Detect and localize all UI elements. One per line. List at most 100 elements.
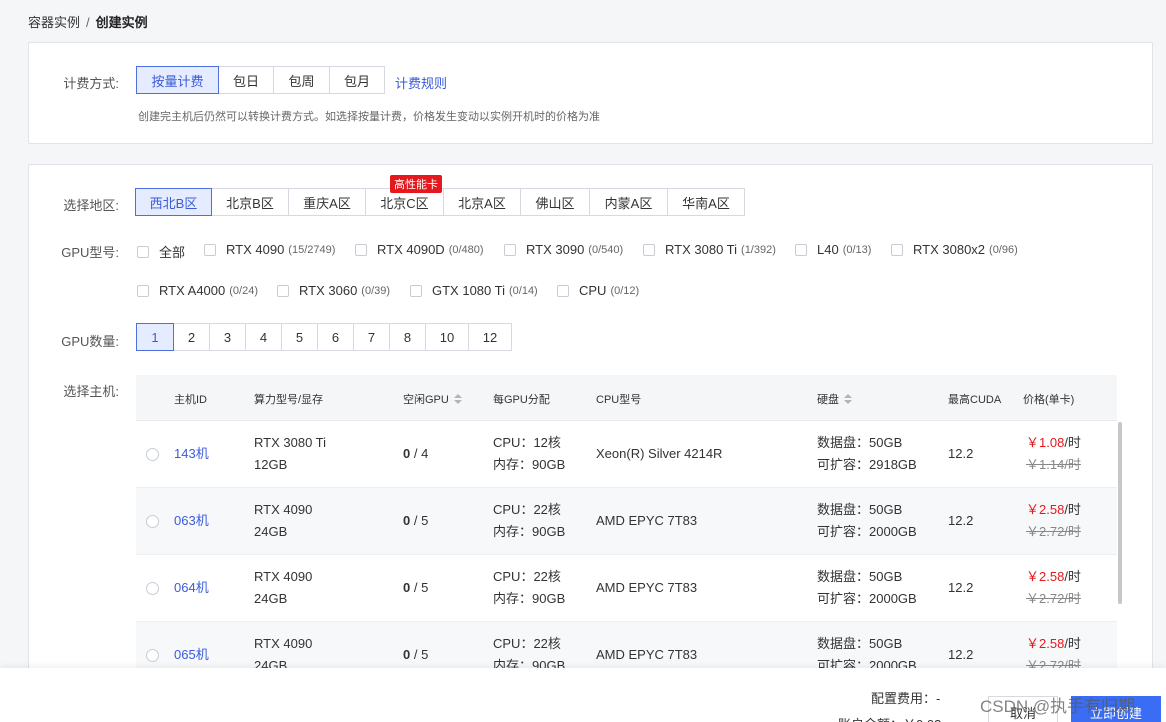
cpu-model: AMD EPYC 7T83 — [596, 647, 698, 662]
column-per-gpu: 每GPU分配 — [493, 394, 550, 406]
gpu-count-option-6[interactable]: 6 — [317, 323, 354, 351]
region-option-huanan-a[interactable]: 华南A区 — [667, 188, 745, 216]
sort-icon[interactable] — [453, 394, 462, 404]
checkbox-icon[interactable] — [410, 284, 422, 297]
gpu-count-option-1[interactable]: 1 — [136, 323, 174, 351]
total-gpu: / 5 — [413, 647, 429, 662]
gpu-option-count: (0/24) — [229, 284, 259, 297]
gpu-option-rtx4090d[interactable]: RTX 4090D (0/480) — [355, 242, 484, 257]
price-value: ￥2.58 — [1026, 502, 1065, 517]
gpu-option-count: (15/2749) — [288, 243, 336, 256]
checkbox-icon[interactable] — [355, 243, 367, 256]
total-gpu: / 5 — [413, 513, 429, 528]
checkbox-icon[interactable] — [277, 284, 289, 297]
gpu-option-rtx3090[interactable]: RTX 3090 (0/540) — [504, 242, 623, 257]
price-unit: /时 — [1064, 502, 1081, 517]
gpu-option-name: RTX A4000 — [159, 283, 226, 298]
billing-hint: 创建完主机后仍然可以转换计费方式。如选择按量计费，价格发生变动以实例开机时的价格… — [138, 111, 600, 123]
checkbox-icon[interactable] — [557, 284, 569, 297]
gpu-count-option-2[interactable]: 2 — [173, 323, 210, 351]
checkbox-icon[interactable] — [137, 245, 149, 258]
free-gpu: 0 / 5 — [403, 510, 428, 532]
region-option-neimeng-a[interactable]: 内蒙A区 — [589, 188, 668, 216]
billing-option-monthly[interactable]: 包月 — [329, 66, 385, 94]
table-row[interactable]: 063机 RTX 4090 24GB 0 / 5 CPU：22核 内存：90GB… — [136, 488, 1117, 555]
host-id[interactable]: 065机 — [174, 644, 209, 666]
column-disk[interactable]: 硬盘 — [817, 391, 852, 407]
host-id[interactable]: 143机 — [174, 443, 209, 465]
checkbox-icon[interactable] — [137, 284, 149, 297]
column-free-gpu[interactable]: 空闲GPU — [403, 391, 462, 407]
host-id[interactable]: 064机 — [174, 577, 209, 599]
gpu-count-option-3[interactable]: 3 — [209, 323, 246, 351]
gpu-option-count: (0/14) — [508, 284, 538, 297]
price-value: ￥1.08 — [1026, 435, 1065, 450]
gpu-option-l40[interactable]: L40 (0/13) — [795, 242, 871, 257]
gpu-vram: 24GB — [254, 591, 288, 606]
mem-alloc: 内存：90GB — [493, 524, 566, 539]
region-option-beijing-a[interactable]: 北京A区 — [443, 188, 521, 216]
gpu-count-option-10[interactable]: 10 — [425, 323, 469, 351]
gpu-count-option-8[interactable]: 8 — [389, 323, 426, 351]
checkbox-icon[interactable] — [204, 243, 216, 256]
breadcrumb: 容器实例 / 创建实例 — [28, 12, 148, 31]
expandable-disk: 可扩容：2918GB — [817, 457, 917, 472]
column-cuda: 最高CUDA — [948, 394, 1002, 406]
gpu-option-rtx3060[interactable]: RTX 3060 (0/39) — [277, 283, 390, 298]
host-id[interactable]: 063机 — [174, 510, 209, 532]
high-performance-tag: 高性能卡 — [390, 175, 442, 193]
region-option-chongqing-a[interactable]: 重庆A区 — [288, 188, 366, 216]
table-scrollbar[interactable] — [1118, 422, 1122, 604]
billing-option-daily[interactable]: 包日 — [218, 66, 274, 94]
price: ￥2.58/时 — [1026, 499, 1081, 521]
gpu-option-rtxa4000[interactable]: RTX A4000 (0/24) — [137, 283, 258, 298]
gpu-option-cpu[interactable]: CPU (0/12) — [557, 283, 639, 298]
radio-button[interactable] — [146, 649, 159, 662]
gpu-option-gtx1080ti[interactable]: GTX 1080 Ti (0/14) — [410, 283, 538, 298]
cpu-alloc: CPU：22核 — [493, 636, 561, 651]
region-option-beijing-b[interactable]: 北京B区 — [211, 188, 289, 216]
gpu-count-option-7[interactable]: 7 — [353, 323, 390, 351]
radio-button[interactable] — [146, 582, 159, 595]
table-row[interactable]: 143机 RTX 3080 Ti 12GB 0 / 4 CPU：12核 内存：9… — [136, 421, 1117, 488]
checkbox-icon[interactable] — [891, 243, 903, 256]
column-disk-label: 硬盘 — [817, 394, 839, 406]
checkbox-icon[interactable] — [643, 243, 655, 256]
table-row[interactable]: 064机 RTX 4090 24GB 0 / 5 CPU：22核 内存：90GB… — [136, 555, 1117, 622]
gpu-option-count: (0/12) — [610, 284, 640, 297]
gpu-option-rtx3080x2[interactable]: RTX 3080x2 (0/96) — [891, 242, 1018, 257]
gpu-count-option-5[interactable]: 5 — [281, 323, 318, 351]
max-cuda: 12.2 — [948, 647, 974, 662]
column-cpu-model: CPU型号 — [596, 394, 642, 406]
gpu-option-name: CPU — [579, 283, 607, 298]
billing-rules-link[interactable]: 计费规则 — [395, 73, 447, 92]
gpu-count-option-12[interactable]: 12 — [468, 323, 512, 351]
region-label: 选择地区: — [63, 198, 119, 213]
billing-option-pay-as-you-go[interactable]: 按量计费 — [136, 66, 219, 94]
max-cuda: 12.2 — [948, 580, 974, 595]
gpu-option-count: (1/392) — [741, 243, 776, 256]
free-gpu: 0 / 4 — [403, 443, 428, 465]
gpu-option-name: 全部 — [159, 245, 186, 260]
breadcrumb-parent[interactable]: 容器实例 — [28, 15, 80, 30]
radio-button[interactable] — [146, 448, 159, 461]
gpu-count-option-4[interactable]: 4 — [245, 323, 282, 351]
gpu-option-name: RTX 4090D — [377, 242, 445, 257]
radio-button[interactable] — [146, 515, 159, 528]
gpu-option-name: RTX 3080x2 — [913, 242, 986, 257]
gpu-option-all[interactable]: 全部 — [137, 242, 185, 261]
gpu-model-label: GPU型号: — [61, 245, 119, 260]
billing-option-weekly[interactable]: 包周 — [273, 66, 330, 94]
gpu-vram: 12GB — [254, 457, 288, 472]
gpu-option-name: GTX 1080 Ti — [432, 283, 505, 298]
region-option-foshan[interactable]: 佛山区 — [520, 188, 590, 216]
gpu-option-rtx4090[interactable]: RTX 4090 (15/2749) — [204, 242, 335, 257]
cpu-alloc: CPU：12核 — [493, 435, 561, 450]
gpu-option-rtx3080ti[interactable]: RTX 3080 Ti (1/392) — [643, 242, 776, 257]
cpu-model: AMD EPYC 7T83 — [596, 513, 698, 528]
region-option-xibei-b[interactable]: 西北B区 — [135, 188, 212, 216]
sort-icon[interactable] — [844, 394, 852, 404]
checkbox-icon[interactable] — [795, 243, 807, 256]
checkbox-icon[interactable] — [504, 243, 516, 256]
billing-card: 计费方式: 按量计费 包日 包周 包月 计费规则 创建完主机后仍然可以转换计费方… — [28, 42, 1153, 144]
